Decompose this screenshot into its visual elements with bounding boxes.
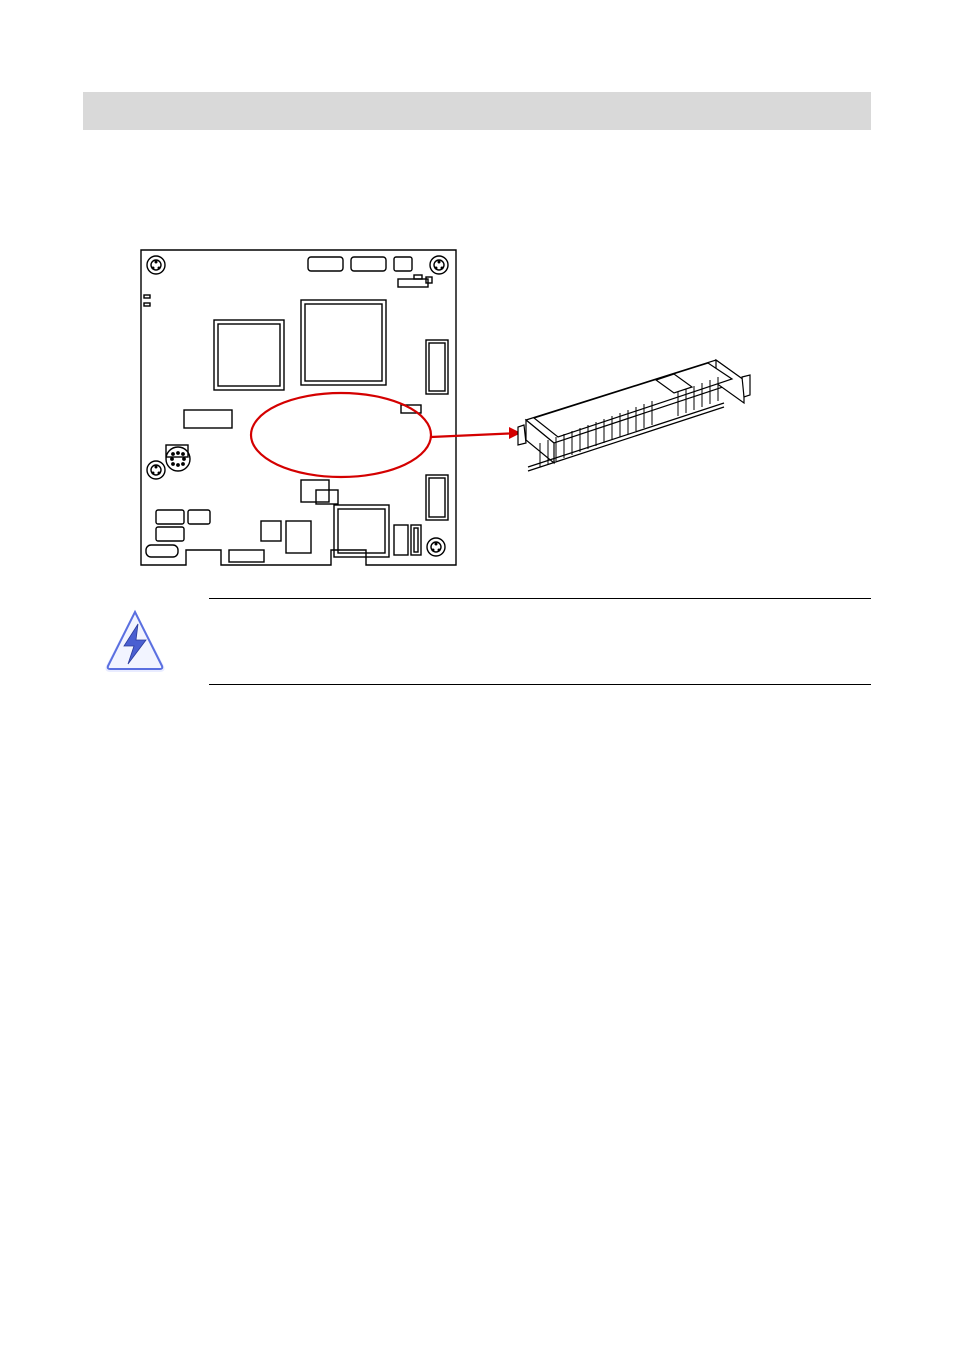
figure-svg [126,245,826,575]
callout-arrow [431,427,521,439]
electrical-warning-icon [100,606,170,676]
horizontal-rule-top [209,598,871,599]
connector-detail [518,360,750,471]
horizontal-rule-bottom [209,684,871,685]
callout-oval [251,393,431,477]
figure [126,245,826,575]
page [0,0,954,1350]
header-band [83,92,871,130]
